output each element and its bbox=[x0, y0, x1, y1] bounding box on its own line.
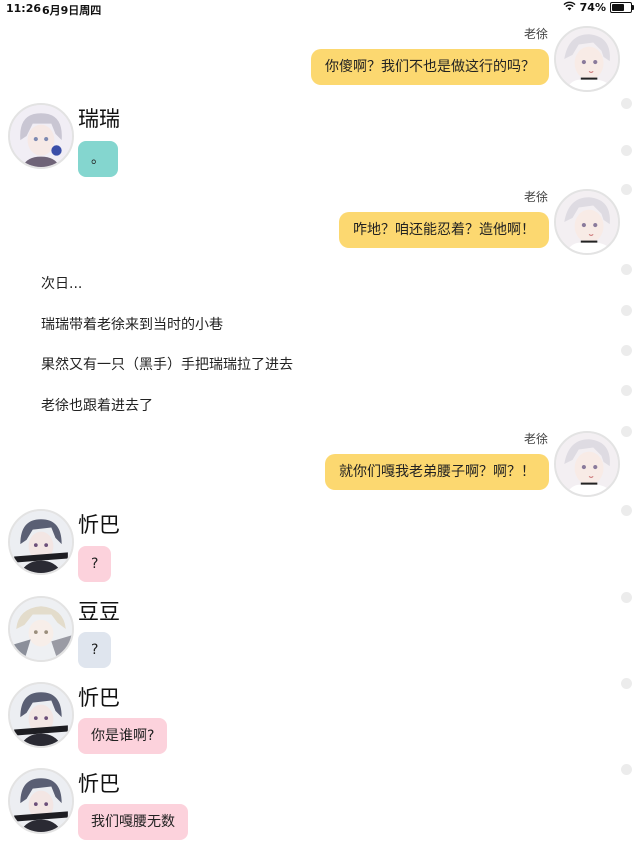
rail-dot bbox=[621, 426, 632, 437]
rail-dot bbox=[621, 678, 632, 689]
message-bubble[interactable]: ? bbox=[78, 546, 112, 582]
wifi-icon bbox=[563, 1, 576, 14]
status-time: 11:26 bbox=[6, 2, 42, 15]
rail-dot bbox=[621, 385, 632, 396]
rail-dot bbox=[621, 505, 632, 516]
status-right: 74% bbox=[563, 1, 634, 14]
sender-name: 瑞瑞 bbox=[78, 107, 120, 131]
avatar-doudou[interactable] bbox=[8, 596, 74, 662]
rail-dot bbox=[621, 305, 632, 316]
sender-name: 老徐 bbox=[523, 432, 548, 446]
avatar-laoxu[interactable] bbox=[554, 189, 620, 255]
narration-text: 老徐也跟着进去了 bbox=[41, 398, 153, 414]
avatar-laoxu[interactable] bbox=[554, 26, 620, 92]
sender-name: 老徐 bbox=[523, 27, 548, 41]
avatar-ruirui[interactable] bbox=[8, 103, 74, 169]
message-bubble[interactable]: 。 bbox=[78, 141, 118, 177]
avatar-xinba[interactable] bbox=[8, 682, 74, 748]
message-bubble[interactable]: 就你们嘎我老弟腰子啊？啊？！ bbox=[325, 454, 549, 490]
narration-text: 瑞瑞带着老徐来到当时的小巷 bbox=[41, 317, 223, 333]
sender-name: 忻巴 bbox=[78, 772, 120, 796]
message-bubble[interactable]: 我们嘎腰无数 bbox=[78, 804, 188, 840]
narration-text: 次日... bbox=[41, 276, 83, 292]
rail-dot bbox=[621, 345, 632, 356]
sender-name: 豆豆 bbox=[78, 600, 120, 624]
status-date: 6月9日周四 bbox=[42, 4, 102, 17]
narration-text: 果然又有一只（黑手）手把瑞瑞拉了进去 bbox=[41, 357, 293, 373]
avatar-xinba[interactable] bbox=[8, 509, 74, 575]
rail-dot bbox=[621, 264, 632, 275]
sender-name: 忻巴 bbox=[78, 513, 120, 537]
message-bubble[interactable]: ? bbox=[78, 632, 112, 668]
rail-dot bbox=[621, 764, 632, 775]
avatar-laoxu[interactable] bbox=[554, 431, 620, 497]
rail-dot bbox=[621, 184, 632, 195]
rail-dot bbox=[621, 592, 632, 603]
battery-icon bbox=[610, 2, 634, 13]
rail-dot bbox=[621, 145, 632, 156]
battery-percent: 74% bbox=[579, 1, 606, 14]
avatar-xinba[interactable] bbox=[8, 768, 74, 834]
battery-fill bbox=[612, 4, 624, 11]
message-bubble[interactable]: 你傻啊？我们不也是做这行的吗？ bbox=[311, 49, 549, 85]
message-bubble[interactable]: 咋地？咱还能忍着？造他啊！ bbox=[339, 212, 549, 248]
sender-name: 忻巴 bbox=[78, 686, 120, 710]
message-bubble[interactable]: 你是谁啊? bbox=[78, 718, 168, 754]
rail-dot bbox=[621, 98, 632, 109]
sender-name: 老徐 bbox=[523, 190, 548, 204]
status-bar: 11:26 6月9日周四 74% bbox=[0, 0, 640, 18]
